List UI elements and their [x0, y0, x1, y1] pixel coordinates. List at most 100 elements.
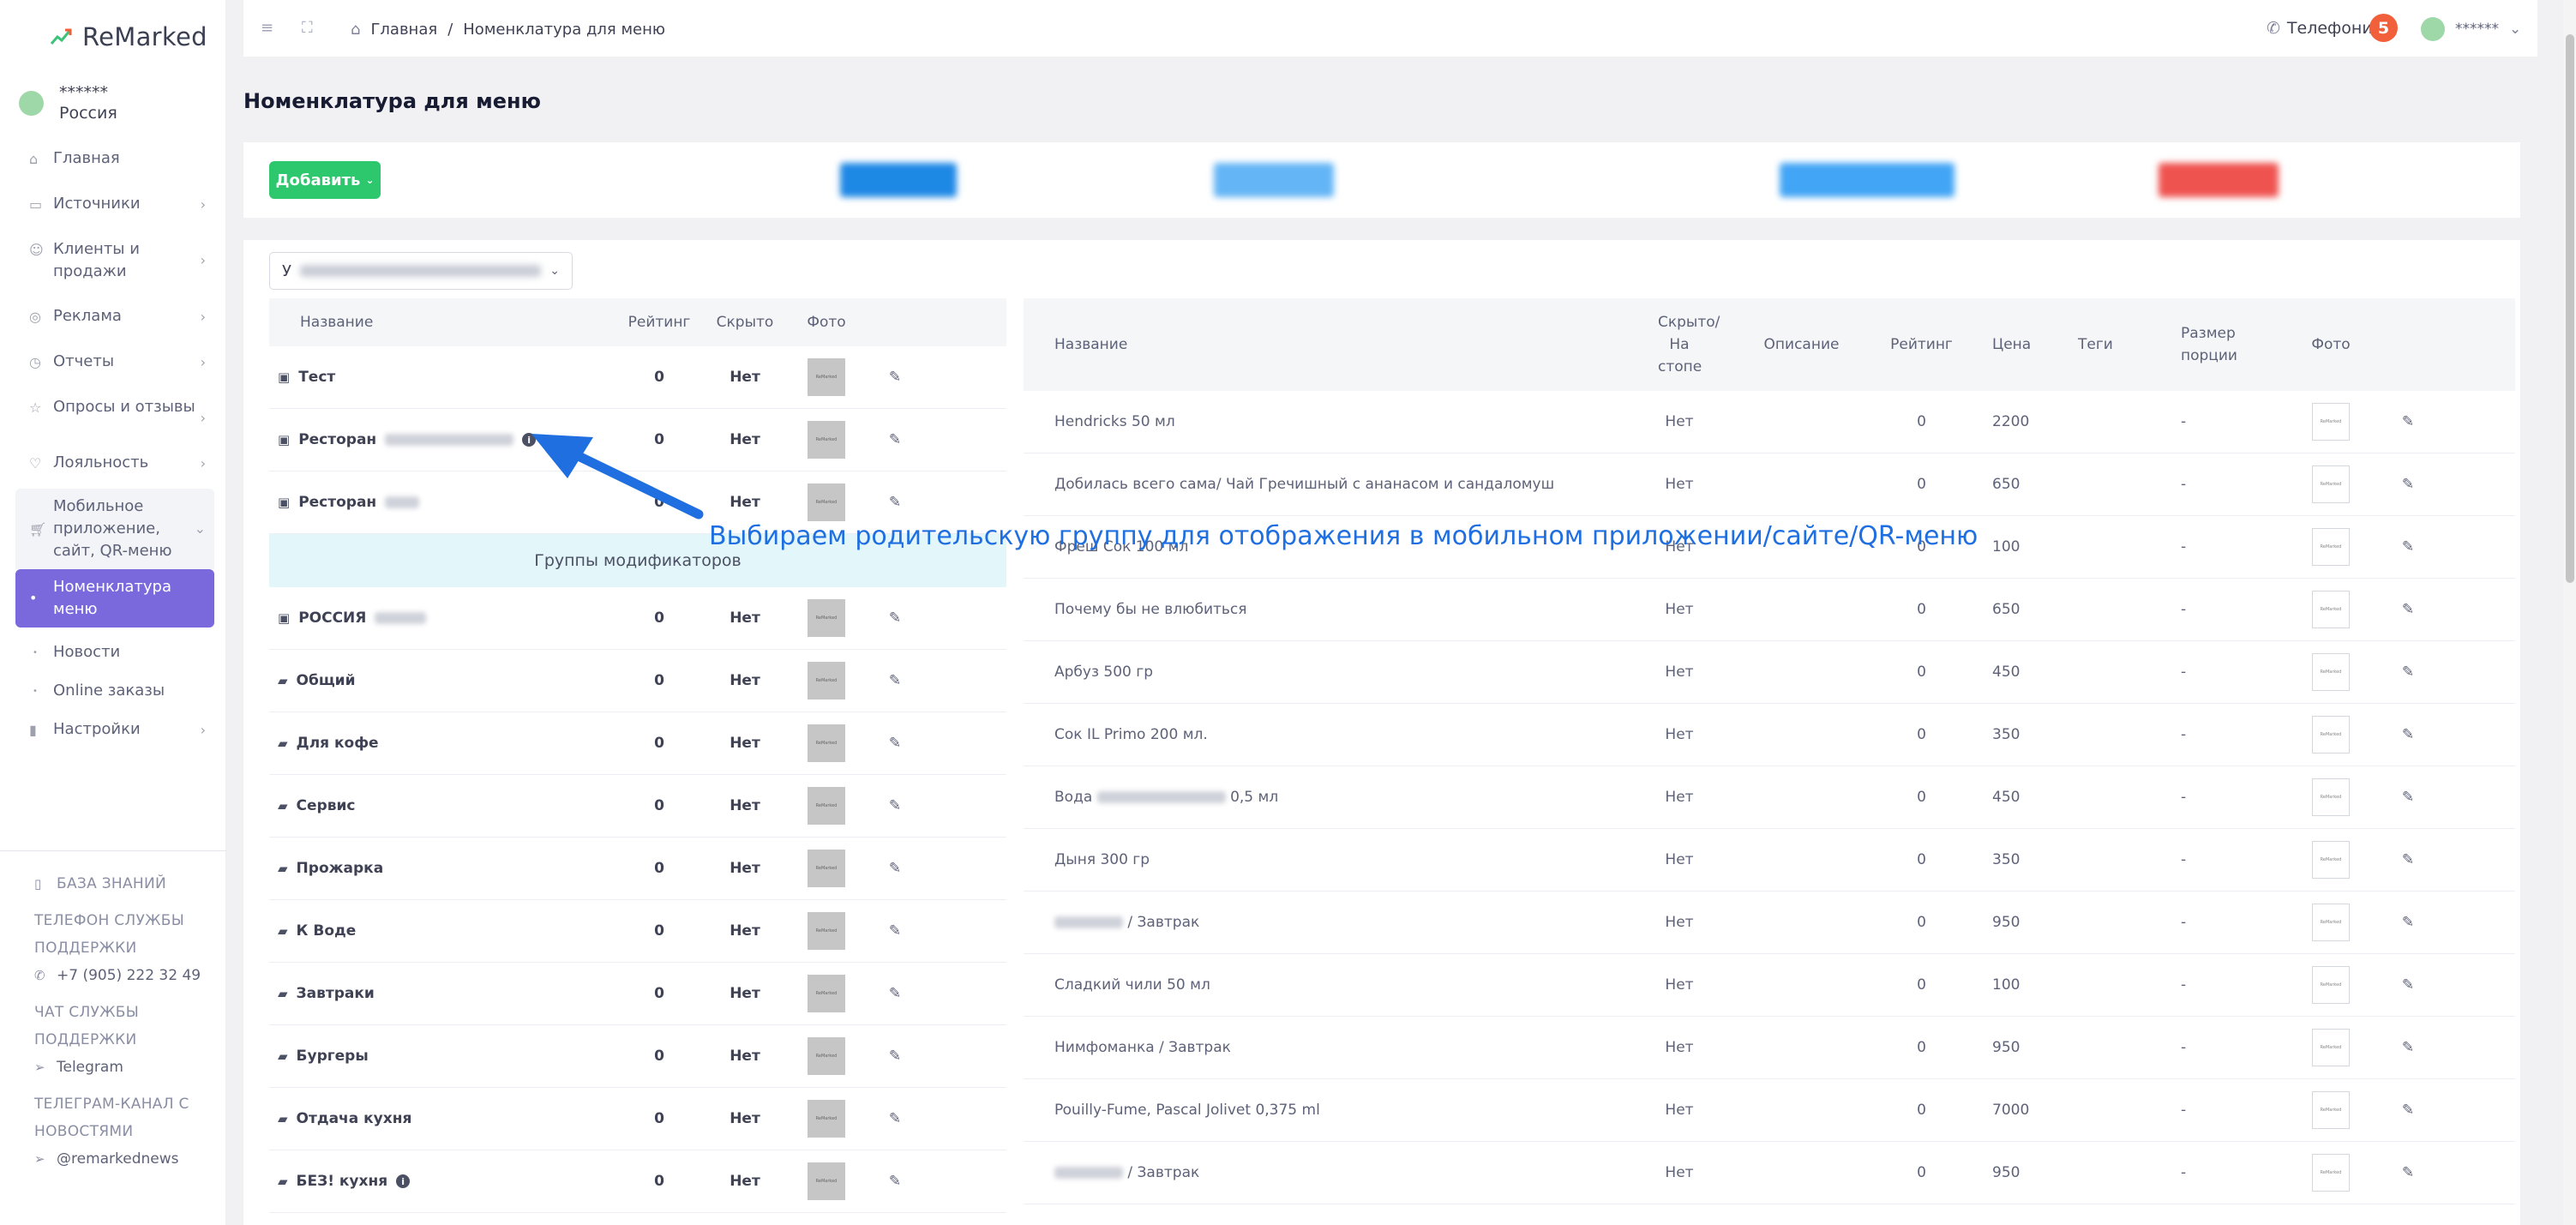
table-row[interactable]: Дыня 300 гр Нет 0 350 - ReMarked ✎	[1024, 829, 2515, 892]
table-row[interactable]: Сок IL Primo 200 мл. Нет 0 350 - ReMarke…	[1024, 704, 2515, 766]
table-row[interactable]: / Завтрак Нет 0 950 - ReMarked ✎	[1024, 892, 2515, 954]
sidebar-item-home[interactable]: ⌂ Главная	[15, 142, 214, 176]
table-row[interactable]: Нимфоманка / Завтрак Нет 0 950 - ReMarke…	[1024, 1017, 2515, 1079]
sidebar-item-online-orders[interactable]: • Online заказы	[15, 675, 214, 708]
add-button[interactable]: Добавить ⌄	[269, 161, 381, 199]
knowledge-base-link[interactable]: ▯ БАЗА ЗНАНИЙ	[34, 870, 214, 898]
edit-icon[interactable]: ✎	[861, 1048, 929, 1065]
edit-icon[interactable]: ✎	[2369, 538, 2447, 555]
sidebar-item-sources[interactable]: ▭ Источники ›	[15, 188, 214, 221]
edit-icon[interactable]: ✎	[861, 797, 929, 814]
edit-icon[interactable]: ✎	[861, 431, 929, 448]
table-row[interactable]: Сладкий чили 50 мл Нет 0 100 - ReMarked …	[1024, 954, 2515, 1017]
edit-icon[interactable]: ✎	[2369, 789, 2447, 806]
table-row[interactable]: ▣ Тест 0 Нет ReMarked ✎	[269, 346, 1006, 409]
scrollbar[interactable]	[2563, 0, 2576, 1225]
table-row[interactable]: Арбуз 500 гр Нет 0 450 - ReMarked ✎	[1024, 641, 2515, 704]
edit-icon[interactable]: ✎	[861, 494, 929, 511]
table-row[interactable]: Вода 0,5 мл Нет 0 450 - ReMarked ✎	[1024, 766, 2515, 829]
table-row[interactable]: / Завтрак Нет 0 950 - ReMarked ✎	[1024, 1142, 2515, 1204]
edit-icon[interactable]: ✎	[2369, 1039, 2447, 1056]
edit-icon[interactable]: ✎	[861, 860, 929, 877]
edit-icon[interactable]: ✎	[861, 609, 929, 627]
fullscreen-icon[interactable]: ⛶	[302, 19, 313, 37]
group-name-cell[interactable]: ▣ РОССИЯ	[269, 609, 621, 627]
group-name-cell[interactable]: ▰ Завтраки	[269, 985, 621, 1002]
info-icon[interactable]: i	[396, 1174, 411, 1188]
logo[interactable]: ReMarked	[50, 22, 207, 51]
support-phone-link[interactable]: ✆ +7 (905) 222 32 49	[34, 962, 214, 990]
group-name-cell[interactable]: ▰ Сервис	[269, 797, 621, 814]
sidebar-item-surveys[interactable]: ☆ Опросы и отзывы ›	[15, 391, 214, 435]
edit-icon[interactable]: ✎	[2369, 914, 2447, 931]
edit-icon[interactable]: ✎	[2369, 601, 2447, 618]
edit-icon[interactable]: ✎	[2369, 1102, 2447, 1119]
telephony-button[interactable]: ✆ Телефония	[2267, 19, 2382, 38]
item-name-cell[interactable]: / Завтрак	[1024, 1164, 1624, 1181]
edit-icon[interactable]: ✎	[861, 985, 929, 1002]
item-name-cell[interactable]: / Завтрак	[1024, 914, 1624, 931]
edit-icon[interactable]: ✎	[2369, 664, 2447, 681]
edit-icon[interactable]: ✎	[861, 735, 929, 752]
sidebar-item-settings[interactable]: ▮ Настройки ›	[15, 713, 214, 747]
edit-icon[interactable]: ✎	[2369, 1164, 2447, 1181]
edit-icon[interactable]: ✎	[861, 1173, 929, 1190]
group-name-cell[interactable]: ▰ Прожарка	[269, 860, 621, 877]
user-block[interactable]: ****** Россия	[19, 82, 117, 123]
menu-selector[interactable]: У ⌄	[269, 252, 573, 290]
item-name-cell[interactable]: Сок IL Primo 200 мл.	[1024, 726, 1624, 743]
edit-icon[interactable]: ✎	[861, 922, 929, 940]
group-name-cell[interactable]: ▰ Отдача кухня	[269, 1110, 621, 1127]
edit-icon[interactable]: ✎	[861, 369, 929, 386]
table-row[interactable]: ▰ Отдача кухня 0 Нет ReMarked ✎	[269, 1088, 1006, 1150]
table-row[interactable]: ▰ Прожарка 0 Нет ReMarked ✎	[269, 838, 1006, 900]
toolbar-button-4[interactable]	[2159, 163, 2279, 197]
edit-icon[interactable]: ✎	[2369, 476, 2447, 493]
support-chat-link[interactable]: ➢ Telegram	[34, 1054, 214, 1082]
channel-link[interactable]: ➢ @remarkednews	[34, 1145, 214, 1174]
sidebar-item-reports[interactable]: ◷ Отчеты ›	[15, 345, 214, 379]
table-row[interactable]: ▰ Бургеры 0 Нет ReMarked ✎	[269, 1025, 1006, 1088]
item-name-cell[interactable]: Почему бы не влюбиться	[1024, 601, 1624, 618]
group-name-cell[interactable]: ▰ Для кофе	[269, 735, 621, 752]
notification-badge[interactable]: 5	[2369, 14, 2398, 42]
user-menu[interactable]: ****** ⌄	[2421, 17, 2521, 41]
sidebar-item-news[interactable]: • Новости	[15, 636, 214, 670]
edit-icon[interactable]: ✎	[2369, 726, 2447, 743]
breadcrumb-home[interactable]: Главная	[370, 21, 437, 39]
item-name-cell[interactable]: Вода 0,5 мл	[1024, 789, 1624, 806]
item-name-cell[interactable]: Арбуз 500 гр	[1024, 664, 1624, 681]
toolbar-button-1[interactable]	[840, 163, 957, 197]
table-row[interactable]: ▰ Завтраки 0 Нет ReMarked ✎	[269, 963, 1006, 1025]
edit-icon[interactable]: ✎	[861, 672, 929, 689]
toolbar-button-2[interactable]	[1214, 163, 1334, 197]
group-name-cell[interactable]: ▰ К Воде	[269, 922, 621, 940]
toolbar-button-3[interactable]	[1780, 163, 1955, 197]
group-name-cell[interactable]: ▰ Бургеры	[269, 1048, 621, 1065]
item-name-cell[interactable]: Сладкий чили 50 мл	[1024, 976, 1624, 994]
sidebar-item-clients[interactable]: ☺ Клиенты и продажи ›	[15, 233, 214, 288]
sidebar-item-ads[interactable]: ◎ Реклама ›	[15, 300, 214, 333]
table-row[interactable]: ▣ РОССИЯ 0 Нет ReMarked ✎	[269, 587, 1006, 650]
group-name-cell[interactable]: ▰ Общий	[269, 672, 621, 689]
edit-icon[interactable]: ✎	[2369, 413, 2447, 430]
item-name-cell[interactable]: Дыня 300 гр	[1024, 851, 1624, 868]
edit-icon[interactable]: ✎	[861, 1110, 929, 1127]
sidebar-item-menu-nomenclature[interactable]: • Номенклатура меню	[15, 569, 214, 628]
table-row[interactable]: Hendricks 50 мл Нет 0 2200 - ReMarked ✎	[1024, 391, 2515, 453]
group-name-cell[interactable]: ▰ БЕЗ! кухня i	[269, 1173, 621, 1190]
table-row[interactable]: ▰ Общий 0 Нет ReMarked ✎	[269, 650, 1006, 712]
item-name-cell[interactable]: Добилась всего сама/ Чай Гречишный с ана…	[1024, 476, 1624, 493]
table-row[interactable]: Почему бы не влюбиться Нет 0 650 - ReMar…	[1024, 579, 2515, 641]
group-name-cell[interactable]: ▣ Тест	[269, 369, 621, 386]
table-row[interactable]: ▰ Сервис 0 Нет ReMarked ✎	[269, 775, 1006, 838]
scrollbar-thumb[interactable]	[2566, 34, 2574, 583]
table-row[interactable]: ▰ БЕЗ! кухня i 0 Нет ReMarked ✎	[269, 1150, 1006, 1213]
sidebar-item-mobile-app[interactable]: 🛒︎ Мобильное приложение, сайт, QR-меню ⌄	[15, 489, 214, 569]
sidebar-item-loyalty[interactable]: ♡ Лояльность ›	[15, 447, 214, 480]
edit-icon[interactable]: ✎	[2369, 976, 2447, 994]
item-name-cell[interactable]: Hendricks 50 мл	[1024, 413, 1624, 430]
menu-icon[interactable]: ≡	[261, 19, 273, 37]
table-row[interactable]: Pouilly-Fume, Pascal Jolivet 0,375 ml Не…	[1024, 1079, 2515, 1142]
table-row[interactable]: Добилась всего сама/ Чай Гречишный с ана…	[1024, 453, 2515, 516]
